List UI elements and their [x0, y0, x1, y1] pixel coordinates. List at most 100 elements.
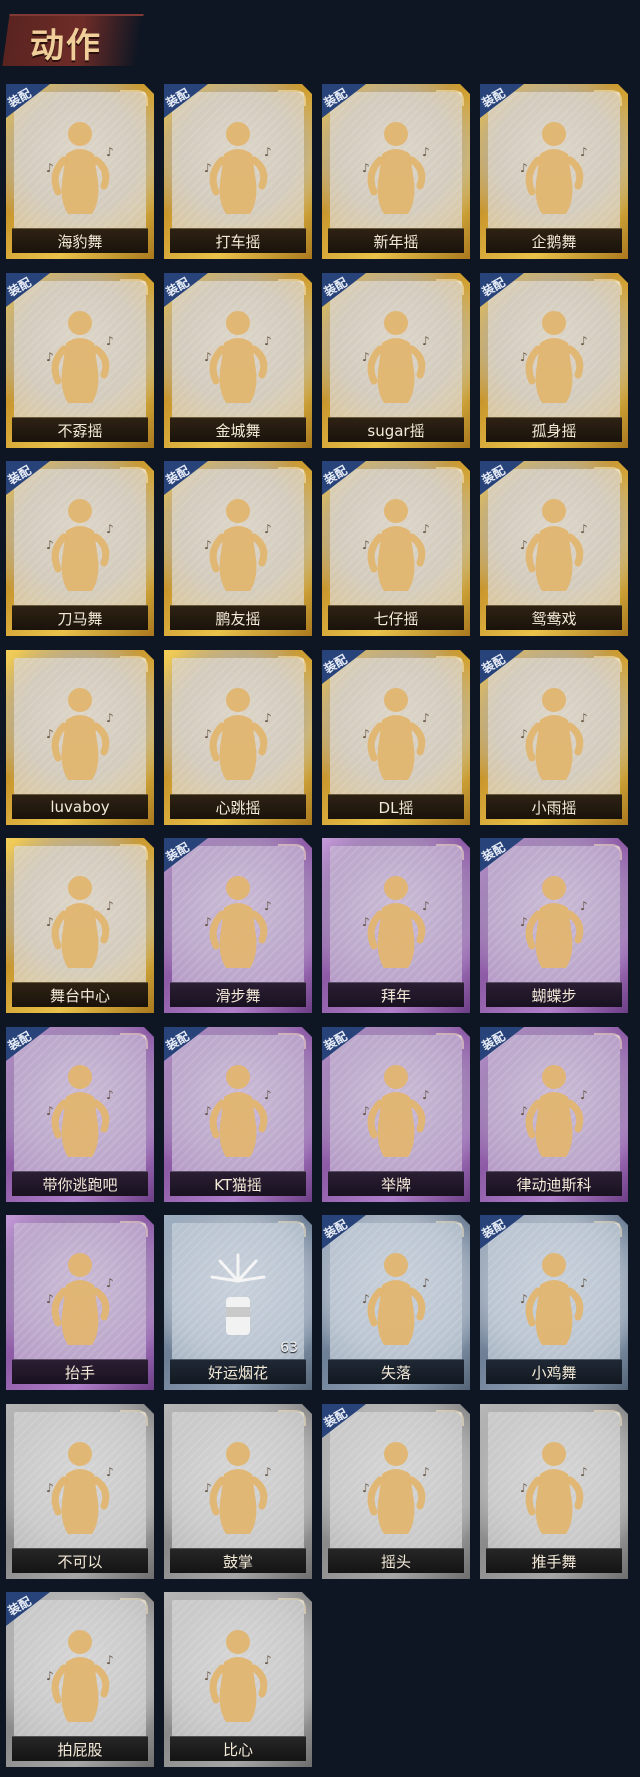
svg-text:♪: ♪: [422, 1088, 430, 1102]
dance-figure-icon: ♪ ♪: [356, 112, 436, 217]
svg-text:♪: ♪: [264, 522, 272, 536]
card-corner-ornament: [120, 279, 148, 295]
card-label-bar: 蝴蝶步: [486, 982, 622, 1007]
action-card[interactable]: ♪ ♪ luvaboy: [6, 650, 154, 825]
action-name: 海豹舞: [57, 232, 103, 251]
card-label-bar: 不可以: [12, 1548, 148, 1573]
action-name: 律动迪斯科: [516, 1175, 592, 1194]
action-card[interactable]: ♪ ♪ 鼓掌: [164, 1404, 312, 1579]
action-name: sugar摇: [367, 421, 425, 440]
svg-text:♪: ♪: [422, 711, 430, 725]
action-card[interactable]: ♪ ♪ 舞台中心: [6, 838, 154, 1013]
card-corner-ornament: [120, 1221, 148, 1237]
action-card[interactable]: ♪ ♪ 抬手: [6, 1215, 154, 1390]
action-card[interactable]: ♪ ♪ 摇头 装配: [322, 1404, 470, 1579]
action-card[interactable]: ♪ ♪ 不可以: [6, 1404, 154, 1579]
action-name: 举牌: [380, 1175, 411, 1194]
svg-text:♪: ♪: [362, 1104, 370, 1118]
card-corner-ornament: [436, 1033, 464, 1049]
card-label-bar: sugar摇: [328, 417, 464, 442]
action-card[interactable]: ♪ ♪ 金城舞 装配: [164, 273, 312, 448]
card-corner-ornament: [120, 844, 148, 860]
action-card[interactable]: ♪ ♪ 比心: [164, 1592, 312, 1767]
svg-text:♪: ♪: [204, 350, 212, 364]
svg-text:♪: ♪: [422, 145, 430, 159]
action-name: 鼓掌: [222, 1552, 253, 1571]
svg-text:♪: ♪: [106, 711, 114, 725]
card-label-bar: 不孬摇: [12, 417, 148, 442]
dance-figure-icon: ♪ ♪: [40, 1432, 120, 1537]
card-label-bar: 鸳鸯戏: [486, 605, 622, 630]
equipped-badge-text: 装配: [480, 275, 508, 300]
svg-text:♪: ♪: [46, 1104, 54, 1118]
card-corner-ornament: [594, 467, 622, 483]
action-card[interactable]: ♪ ♪ 滑步舞 装配: [164, 838, 312, 1013]
action-card[interactable]: ♪ ♪ 拍屁股 装配: [6, 1592, 154, 1767]
action-card[interactable]: ♪ ♪ 蝴蝶步 装配: [480, 838, 628, 1013]
action-card[interactable]: ♪ ♪ 孤身摇 装配: [480, 273, 628, 448]
action-card[interactable]: ♪ ♪ 不孬摇 装配: [6, 273, 154, 448]
action-card[interactable]: ♪ ♪ DL摇 装配: [322, 650, 470, 825]
card-label-bar: 律动迪斯科: [486, 1171, 622, 1196]
dance-figure-icon: ♪ ♪: [356, 1243, 436, 1348]
action-card[interactable]: ♪ ♪ 举牌 装配: [322, 1027, 470, 1202]
card-label-bar: 举牌: [328, 1171, 464, 1196]
equipped-badge-text: 装配: [322, 652, 350, 677]
dance-figure-icon: ♪ ♪: [514, 1055, 594, 1160]
action-card[interactable]: ♪ ♪ 失落 装配: [322, 1215, 470, 1390]
action-card[interactable]: ♪ ♪ 刀马舞 装配: [6, 461, 154, 636]
action-card[interactable]: ♪ ♪ 企鹅舞 装配: [480, 84, 628, 259]
dance-figure-icon: ♪ ♪: [514, 489, 594, 594]
action-card[interactable]: ♪ ♪ 小雨摇 装配: [480, 650, 628, 825]
svg-text:♪: ♪: [362, 1292, 370, 1306]
action-card[interactable]: ♪ ♪ 律动迪斯科 装配: [480, 1027, 628, 1202]
svg-text:♪: ♪: [204, 161, 212, 175]
dance-figure-icon: ♪ ♪: [198, 301, 278, 406]
action-card[interactable]: ♪ ♪ 鹏友摇 装配: [164, 461, 312, 636]
dance-figure-icon: ♪ ♪: [356, 678, 436, 783]
card-label-bar: 抬手: [12, 1359, 148, 1384]
dance-figure-icon: ♪ ♪: [356, 301, 436, 406]
svg-text:♪: ♪: [46, 161, 54, 175]
svg-text:♪: ♪: [204, 727, 212, 741]
equipped-badge-text: 装配: [6, 1029, 34, 1054]
action-name: KT猫摇: [214, 1175, 262, 1194]
dance-figure-icon: ♪ ♪: [40, 301, 120, 406]
action-card[interactable]: ♪ ♪ 带你逃跑吧 装配: [6, 1027, 154, 1202]
action-card[interactable]: ♪ ♪ KT猫摇 装配: [164, 1027, 312, 1202]
action-card[interactable]: ♪ ♪ 推手舞: [480, 1404, 628, 1579]
dance-figure-icon: ♪ ♪: [198, 866, 278, 971]
svg-text:♪: ♪: [520, 915, 528, 929]
card-label-bar: 心跳摇: [170, 794, 306, 819]
svg-text:♪: ♪: [580, 334, 588, 348]
svg-text:♪: ♪: [520, 727, 528, 741]
action-card[interactable]: ♪ ♪ 心跳摇: [164, 650, 312, 825]
action-card[interactable]: 63 好运烟花: [164, 1215, 312, 1390]
action-card[interactable]: ♪ ♪ 七仔摇 装配: [322, 461, 470, 636]
action-name: 鹏友摇: [215, 609, 261, 628]
card-label-bar: 鼓掌: [170, 1548, 306, 1573]
action-card[interactable]: ♪ ♪ 鸳鸯戏 装配: [480, 461, 628, 636]
equipped-badge-text: 装配: [6, 275, 34, 300]
action-name: 孤身摇: [531, 421, 577, 440]
dance-figure-icon: ♪ ♪: [356, 866, 436, 971]
svg-text:♪: ♪: [580, 1276, 588, 1290]
action-card[interactable]: ♪ ♪ 新年摇 装配: [322, 84, 470, 259]
card-corner-ornament: [278, 467, 306, 483]
card-label-bar: KT猫摇: [170, 1171, 306, 1196]
svg-text:♪: ♪: [204, 1669, 212, 1683]
action-card[interactable]: ♪ ♪ sugar摇 装配: [322, 273, 470, 448]
card-corner-ornament: [436, 1221, 464, 1237]
equipped-badge-text: 装配: [480, 840, 508, 865]
action-card[interactable]: ♪ ♪ 拜年: [322, 838, 470, 1013]
svg-text:♪: ♪: [46, 1481, 54, 1495]
card-label-bar: 推手舞: [486, 1548, 622, 1573]
svg-text:♪: ♪: [362, 727, 370, 741]
action-card[interactable]: ♪ ♪ 海豹舞 装配: [6, 84, 154, 259]
card-label-bar: 小雨摇: [486, 794, 622, 819]
card-corner-ornament: [436, 844, 464, 860]
action-card[interactable]: ♪ ♪ 打车摇 装配: [164, 84, 312, 259]
action-name: 摇头: [380, 1552, 411, 1571]
action-card[interactable]: ♪ ♪ 小鸡舞 装配: [480, 1215, 628, 1390]
action-name: 不可以: [57, 1552, 103, 1571]
